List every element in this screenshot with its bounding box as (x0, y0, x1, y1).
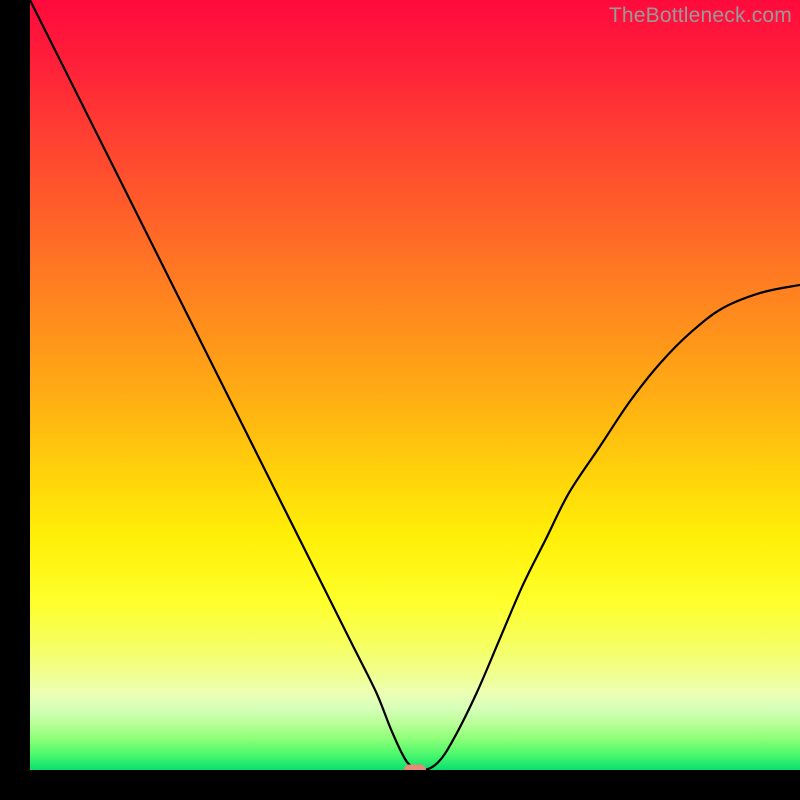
watermark-text: TheBottleneck.com (609, 4, 792, 28)
optimal-marker (404, 765, 426, 771)
curve-layer (30, 0, 800, 770)
bottleneck-curve (30, 0, 800, 770)
plot-area (30, 0, 800, 770)
chart-stage: TheBottleneck.com (0, 0, 800, 800)
